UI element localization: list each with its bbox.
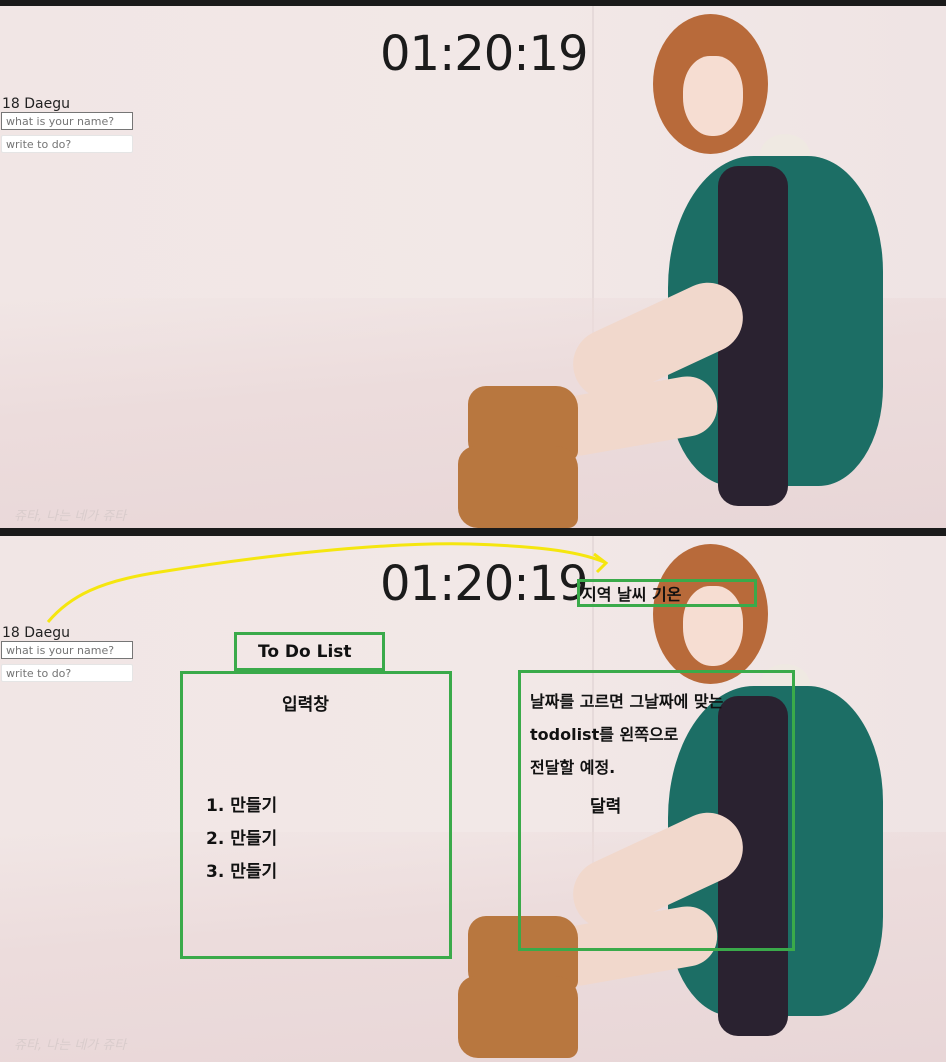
- todo-item: 2. 만들기: [206, 829, 278, 849]
- arrow-head: [593, 552, 609, 574]
- clock: 01:20:19: [380, 26, 589, 82]
- todo-item: 3. 만들기: [206, 862, 278, 882]
- name-input[interactable]: [1, 112, 133, 130]
- calendar-box: [518, 670, 795, 951]
- todo-input[interactable]: [1, 135, 133, 153]
- background-photo: [448, 6, 894, 528]
- weather-annotation-label: 지역 날씨 기온: [582, 585, 682, 604]
- input-area-label: 입력창: [282, 695, 329, 715]
- screenshot-bottom-annotated: 01:20:19 18 Daegu 쥬타, 나는 네가 쥬타 지역 날씨 기온 …: [0, 536, 946, 1062]
- arrow-curve: [46, 542, 605, 623]
- weather-text: 18 Daegu: [2, 96, 70, 112]
- calendar-label: 달력: [590, 797, 622, 817]
- arrow-annotation: [46, 542, 609, 623]
- todo-title: To Do List: [258, 642, 352, 662]
- watermark: 쥬타, 나는 네가 쥬타: [14, 509, 127, 524]
- todo-item: 1. 만들기: [206, 796, 278, 816]
- calendar-note-line1: 날짜를 고르면 그날짜에 맞는: [530, 692, 724, 711]
- calendar-note-line2: todolist를 왼쪽으로: [530, 725, 679, 744]
- screenshot-top: 01:20:19 18 Daegu 쥬타, 나는 네가 쥬타: [0, 6, 946, 528]
- calendar-note-line3: 전달할 예정.: [530, 758, 616, 777]
